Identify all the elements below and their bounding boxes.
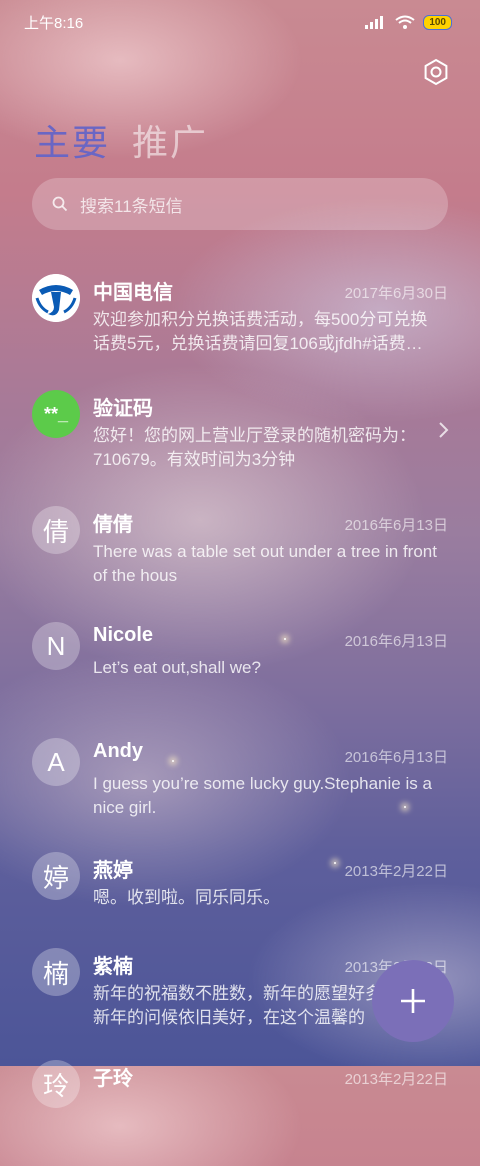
settings-hexagon-icon[interactable] xyxy=(422,58,450,86)
avatar: A xyxy=(32,738,80,786)
conversation-item[interactable]: 倩 倩倩 2016年6月13日 There was a table set ou… xyxy=(0,496,480,612)
status-time: 上午8:16 xyxy=(24,14,84,32)
contact-name: 紫楠 xyxy=(93,956,133,978)
contact-name: 子玲 xyxy=(93,1068,133,1090)
signal-icon xyxy=(365,16,384,29)
china-telecom-logo-icon xyxy=(32,274,80,322)
status-bar: 上午8:16 100 xyxy=(0,0,480,44)
plus-icon xyxy=(401,989,425,1013)
tab-main[interactable]: 主要 xyxy=(34,114,110,166)
contact-name: 倩倩 xyxy=(93,514,133,536)
category-tabs: 主要 推广 xyxy=(34,114,208,166)
message-preview: 您好！您的网上营业厅登录的随机密码为：710679。有效时间为3分钟 xyxy=(93,426,416,469)
conversation-item[interactable]: 中国电信 2017年6月30日 欢迎参加积分兑换话费活动，每500分可兑换话费5… xyxy=(0,264,480,380)
message-preview: Let’s eat out,shall we? xyxy=(93,658,261,677)
search-icon xyxy=(52,196,68,212)
contact-name: 燕婷 xyxy=(93,860,133,882)
search-bar[interactable]: 搜索11条短信 xyxy=(32,178,448,230)
conversation-item[interactable]: A Andy 2016年6月13日 I guess you’re some lu… xyxy=(0,728,480,842)
contact-name: 中国电信 xyxy=(93,282,173,304)
conversation-item[interactable]: 婷 燕婷 2013年2月22日 嗯。收到啦。同乐同乐。 xyxy=(0,842,480,938)
avatar xyxy=(32,274,80,322)
avatar: N xyxy=(32,622,80,670)
conversation-item[interactable]: 玲 子玲 2013年2月22日 xyxy=(0,1050,480,1166)
message-date: 2013年2月22日 xyxy=(344,1071,448,1088)
avatar: 倩 xyxy=(32,506,80,554)
message-date: 2016年6月13日 xyxy=(344,749,448,766)
new-message-button[interactable] xyxy=(372,960,454,1042)
avatar: **_ xyxy=(32,390,80,438)
tab-promotion[interactable]: 推广 xyxy=(132,114,208,166)
message-preview: 嗯。收到啦。同乐同乐。 xyxy=(93,888,280,907)
message-date: 2017年6月30日 xyxy=(344,285,448,302)
message-preview: I guess you’re some lucky guy.Stephanie … xyxy=(93,774,432,817)
message-date: 2016年6月13日 xyxy=(344,633,448,650)
message-preview: 欢迎参加积分兑换话费活动，每500分可兑换话费5元，兑换话费请回复106或jfd… xyxy=(93,310,428,353)
battery-indicator: 100 xyxy=(423,14,452,30)
chevron-right-icon[interactable] xyxy=(436,420,450,440)
avatar: 婷 xyxy=(32,852,80,900)
conversation-item[interactable]: **_ 验证码 您好！您的网上营业厅登录的随机密码为：710679。有效时间为3… xyxy=(0,380,480,496)
avatar: 楠 xyxy=(32,948,80,996)
avatar: 玲 xyxy=(32,1060,80,1108)
message-date: 2016年6月13日 xyxy=(344,517,448,534)
contact-name: Andy xyxy=(93,740,143,762)
message-date: 2013年2月22日 xyxy=(344,863,448,880)
wifi-icon xyxy=(395,15,415,29)
conversation-item[interactable]: N Nicole 2016年6月13日 Let’s eat out,shall … xyxy=(0,612,480,728)
contact-name: 验证码 xyxy=(93,398,153,420)
search-placeholder: 搜索11条短信 xyxy=(80,196,183,216)
message-preview: There was a table set out under a tree i… xyxy=(93,542,437,585)
contact-name: Nicole xyxy=(93,624,154,646)
status-icons: 100 xyxy=(365,14,452,30)
